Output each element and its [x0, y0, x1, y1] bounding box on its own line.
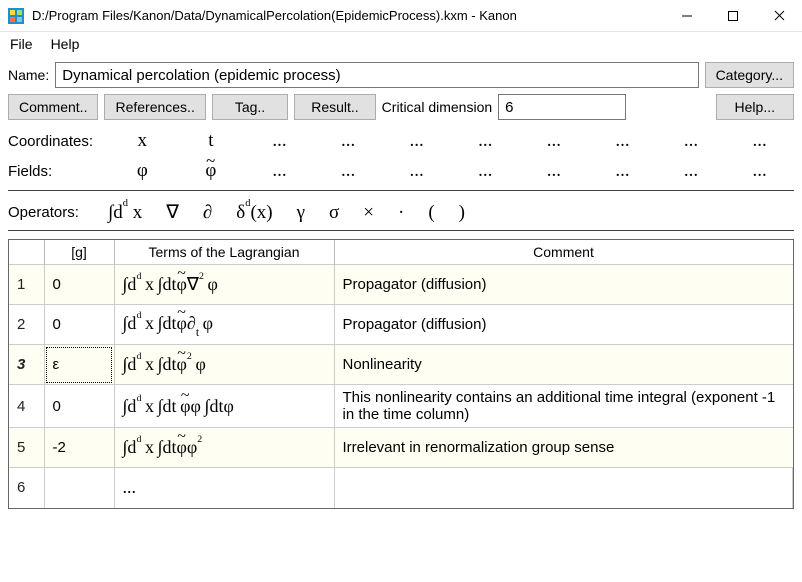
coordinates-label: Coordinates: — [8, 133, 108, 150]
menu-bar: File Help — [0, 32, 802, 56]
col-rownum — [9, 240, 44, 265]
toolbar-row: Comment.. References.. Tag.. Result.. Cr… — [8, 94, 794, 120]
coord-cell[interactable]: ... — [314, 130, 383, 152]
coord-cell[interactable]: ... — [245, 130, 314, 152]
comment-button[interactable]: Comment.. — [8, 94, 98, 120]
lagrangian-table: [g] Terms of the Lagrangian Comment 1 0 … — [8, 239, 794, 509]
col-terms: Terms of the Lagrangian — [114, 240, 334, 265]
op-partial[interactable]: ∂ — [191, 202, 224, 224]
coord-cell[interactable]: t — [177, 130, 246, 152]
row-comment[interactable] — [334, 468, 793, 508]
operators-row: Operators: ∫dd x ∇ ∂ δd(x) γ σ × · ( ) — [8, 197, 794, 231]
field-cell[interactable]: φ — [177, 160, 246, 182]
op-lparen[interactable]: ( — [416, 202, 446, 224]
menu-file[interactable]: File — [10, 36, 33, 52]
op-nabla[interactable]: ∇ — [154, 201, 191, 224]
col-comment: Comment — [334, 240, 793, 265]
coordinates-row: Coordinates: x t ... ... ... ... ... ...… — [8, 126, 794, 156]
name-label: Name: — [8, 67, 49, 83]
field-cell[interactable]: ... — [725, 160, 794, 182]
coord-cell[interactable]: ... — [657, 130, 726, 152]
field-cell[interactable]: ... — [451, 160, 520, 182]
op-gamma[interactable]: γ — [285, 202, 317, 224]
name-row: Name: Category... — [8, 62, 794, 88]
coord-cell[interactable]: ... — [725, 130, 794, 152]
help-button[interactable]: Help... — [716, 94, 794, 120]
lagrangian-term[interactable]: ∫dd x ∫dt φφ ∫dtφ — [114, 385, 334, 428]
row-comment[interactable]: This nonlinearity contains an additional… — [334, 385, 793, 428]
coord-cell[interactable]: ... — [520, 130, 589, 152]
lagrangian-term[interactable]: ∫dd x ∫dtφ∇2 φ — [114, 265, 334, 305]
op-rparen[interactable]: ) — [447, 202, 477, 224]
minimize-button[interactable] — [664, 0, 710, 32]
lagrangian-term[interactable]: ... — [114, 468, 334, 508]
tag-button[interactable]: Tag.. — [212, 94, 288, 120]
row-comment[interactable]: Irrelevant in renormalization group sens… — [334, 428, 793, 468]
coord-cell[interactable]: ... — [451, 130, 520, 152]
row-comment[interactable]: Propagator (diffusion) — [334, 265, 793, 305]
result-button[interactable]: Result.. — [294, 94, 375, 120]
field-cell[interactable]: ... — [657, 160, 726, 182]
coord-cell[interactable]: ... — [588, 130, 657, 152]
window-title: D:/Program Files/Kanon/Data/DynamicalPer… — [32, 8, 664, 23]
op-times[interactable]: × — [351, 202, 386, 224]
g-value[interactable]: ε — [44, 345, 114, 385]
field-cell[interactable]: ... — [314, 160, 383, 182]
table-row[interactable]: 2 0 ∫dd x ∫dtφ∂t φ Propagator (diffusion… — [9, 305, 793, 345]
critical-dimension-label: Critical dimension — [382, 99, 492, 115]
row-number: 1 — [9, 265, 44, 305]
menu-help[interactable]: Help — [51, 36, 80, 52]
coord-cell[interactable]: x — [108, 130, 177, 152]
title-bar: D:/Program Files/Kanon/Data/DynamicalPer… — [0, 0, 802, 32]
g-value[interactable]: 0 — [44, 265, 114, 305]
table-row[interactable]: 3 ε ∫dd x ∫dtφ2 φ Nonlinearity — [9, 345, 793, 385]
category-button[interactable]: Category... — [705, 62, 794, 88]
field-cell[interactable]: φ — [108, 160, 177, 182]
row-number: 2 — [9, 305, 44, 345]
table-header-row: [g] Terms of the Lagrangian Comment — [9, 240, 793, 265]
references-button[interactable]: References.. — [104, 94, 205, 120]
fields-label: Fields: — [8, 163, 108, 180]
g-value[interactable]: 0 — [44, 305, 114, 345]
row-number: 5 — [9, 428, 44, 468]
operators-label: Operators: — [8, 204, 96, 221]
divider — [8, 190, 794, 191]
coord-cell[interactable]: ... — [382, 130, 451, 152]
table-row[interactable]: 4 0 ∫dd x ∫dt φφ ∫dtφ This nonlinearity … — [9, 385, 793, 428]
op-delta[interactable]: δd(x) — [224, 202, 284, 224]
critical-dimension-input[interactable] — [498, 94, 626, 120]
field-cell[interactable]: ... — [520, 160, 589, 182]
g-value[interactable]: 0 — [44, 385, 114, 428]
field-cell[interactable]: ... — [245, 160, 314, 182]
op-integral[interactable]: ∫dd x — [96, 202, 154, 224]
g-value[interactable] — [44, 468, 114, 508]
close-button[interactable] — [756, 0, 802, 32]
lagrangian-term[interactable]: ∫dd x ∫dtφ2 φ — [114, 345, 334, 385]
row-comment[interactable]: Nonlinearity — [334, 345, 793, 385]
field-cell[interactable]: ... — [382, 160, 451, 182]
row-comment[interactable]: Propagator (diffusion) — [334, 305, 793, 345]
table-row[interactable]: 6 ... — [9, 468, 793, 508]
app-icon — [8, 8, 24, 24]
op-dot[interactable]: · — [386, 202, 416, 224]
row-number: 4 — [9, 385, 44, 428]
lagrangian-term[interactable]: ∫dd x ∫dtφφ2 — [114, 428, 334, 468]
maximize-button[interactable] — [710, 0, 756, 32]
field-cell[interactable]: ... — [588, 160, 657, 182]
name-input[interactable] — [55, 62, 698, 88]
row-number: 3 — [9, 345, 44, 385]
op-sigma[interactable]: σ — [317, 202, 351, 224]
col-g: [g] — [44, 240, 114, 265]
table-row[interactable]: 5 -2 ∫dd x ∫dtφφ2 Irrelevant in renormal… — [9, 428, 793, 468]
g-value[interactable]: -2 — [44, 428, 114, 468]
row-number: 6 — [9, 468, 44, 508]
lagrangian-term[interactable]: ∫dd x ∫dtφ∂t φ — [114, 305, 334, 345]
table-row[interactable]: 1 0 ∫dd x ∫dtφ∇2 φ Propagator (diffusion… — [9, 265, 793, 305]
window-controls — [664, 0, 802, 32]
fields-row: Fields: φ φ ... ... ... ... ... ... ... … — [8, 156, 794, 186]
